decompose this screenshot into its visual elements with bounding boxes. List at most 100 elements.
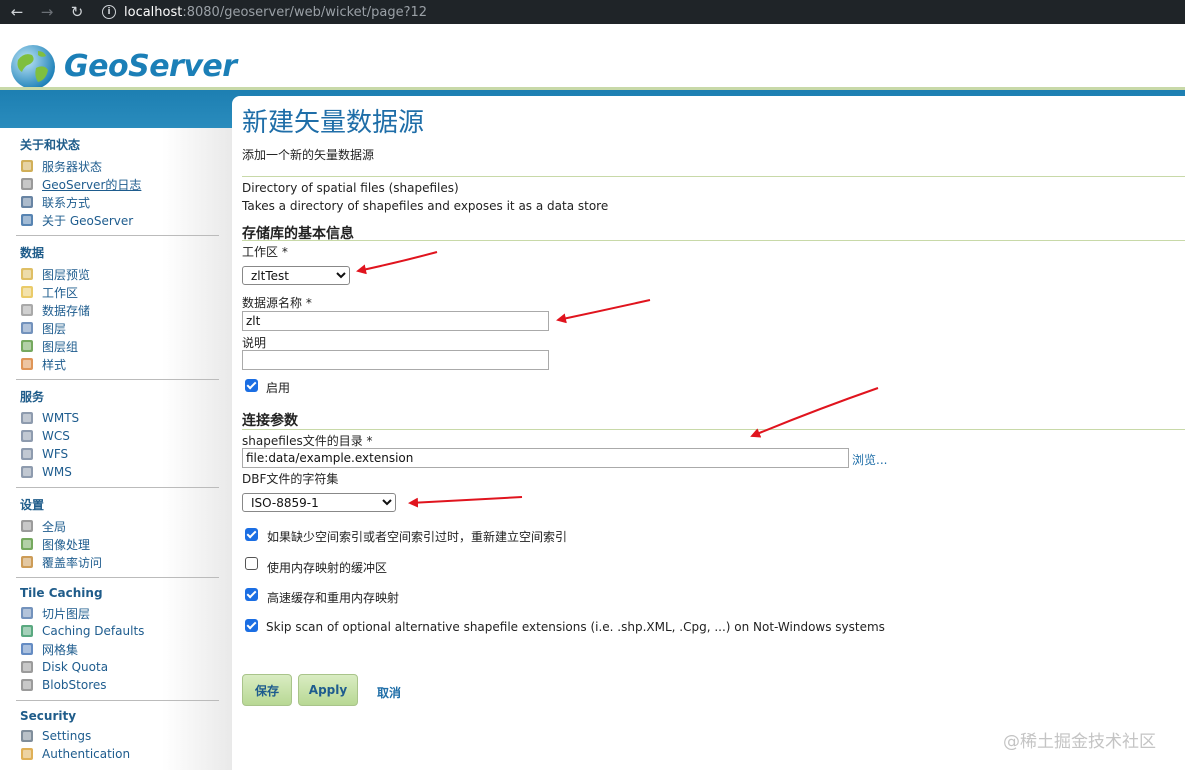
workspace-icon xyxy=(20,285,34,299)
sidebar-section: 数据图层预览 工作区数据存储图层图层组 样式 xyxy=(16,244,219,380)
sidebar-item[interactable]: 工作区 xyxy=(16,283,219,301)
sidebar-section: 服务 WMTS WCS WFS WMS xyxy=(16,388,219,488)
sidebar-item[interactable]: BlobStores xyxy=(16,676,219,694)
sidebar-item[interactable]: 联系方式 xyxy=(16,193,219,211)
sidebar-item[interactable]: Authentication xyxy=(16,745,219,763)
sidebar-item-label: 关于 GeoServer xyxy=(42,213,134,228)
geoserver-globe-icon[interactable] xyxy=(8,42,58,92)
sidebar-item[interactable]: 切片图层 xyxy=(16,604,219,622)
sidebar-menu: 关于和状态服务器状态 GeoServer的日志 联系方式关于 GeoServer 数据… xyxy=(16,128,219,770)
divider xyxy=(242,176,1185,177)
sidebar-item-label: Disk Quota xyxy=(42,660,109,674)
sidebar-item[interactable]: 全局 xyxy=(16,517,219,535)
info-icon[interactable]: i xyxy=(102,5,116,19)
sidebar-item-label: 数据存储 xyxy=(42,303,91,318)
description-label: 说明 xyxy=(242,336,267,350)
layer-icon xyxy=(20,321,34,335)
cancel-link[interactable]: 取消 xyxy=(377,684,401,701)
enabled-checkbox[interactable] xyxy=(245,379,258,392)
skip-scan-checkbox[interactable] xyxy=(245,619,258,632)
sidebar-item-label: 覆盖率访问 xyxy=(42,555,103,570)
geoserver-logo-text[interactable]: GeoServer xyxy=(64,49,237,84)
style-icon xyxy=(20,357,34,371)
sidebar-item[interactable]: 图层预览 xyxy=(16,265,219,283)
main-panel: 新建矢量数据源 添加一个新的矢量数据源 Directory of spatial… xyxy=(232,96,1185,770)
sidebar-item[interactable]: WMS xyxy=(16,463,219,481)
store-icon xyxy=(20,303,34,317)
sidebar-item-label: 网格集 xyxy=(42,642,79,657)
url-host: localhost xyxy=(124,4,183,20)
sidebar-item[interactable]: 图层组 xyxy=(16,337,219,355)
sidebar-item[interactable]: 服务器状态 xyxy=(16,157,219,175)
sidebar-item-label: Settings xyxy=(42,729,92,743)
store-description: Takes a directory of shapefiles and expo… xyxy=(242,199,609,213)
sidebar-section-title: 关于和状态 xyxy=(20,138,81,152)
address-bar[interactable]: i localhost:8080/geoserver/web/wicket/pa… xyxy=(102,2,1185,22)
reload-icon[interactable]: ↻ xyxy=(66,1,88,23)
sidebar-item[interactable]: 数据存储 xyxy=(16,301,219,319)
sidebar-item[interactable]: 关于 GeoServer xyxy=(16,211,219,229)
sidebar-item[interactable]: 网格集 xyxy=(16,640,219,658)
sidebar-item-label: 图层 xyxy=(42,321,67,336)
sidebar-section-title: 服务 xyxy=(20,390,45,404)
url-path: :8080/geoserver/web/wicket/page?12 xyxy=(182,4,428,20)
service-icon xyxy=(20,465,34,479)
sidebar-section-title: Tile Caching xyxy=(20,586,103,600)
apply-button[interactable]: Apply xyxy=(298,674,358,706)
sidebar-item[interactable]: GeoServer的日志 xyxy=(16,175,219,193)
tile-layers-icon xyxy=(20,606,34,620)
sidebar-item[interactable]: WCS xyxy=(16,427,219,445)
divider xyxy=(242,429,1185,430)
skip-scan-label: Skip scan of optional alternative shapef… xyxy=(266,620,885,634)
sidebar-item-label: Caching Defaults xyxy=(42,624,145,638)
cache-memory-maps-label: 高速缓存和重用内存映射 xyxy=(267,591,400,605)
back-arrow-icon[interactable]: ← xyxy=(6,1,28,23)
sidebar-item-label: 全局 xyxy=(42,519,67,534)
browse-link[interactable]: 浏览... xyxy=(852,451,887,468)
memory-mapped-label: 使用内存映射的缓冲区 xyxy=(267,561,388,575)
sidebar-section: Security Settings Authentication xyxy=(16,709,219,769)
forward-arrow-icon[interactable]: → xyxy=(36,1,58,23)
rebuild-index-checkbox[interactable] xyxy=(245,528,258,541)
caching-defaults-icon xyxy=(20,624,34,638)
shapefile-directory-input[interactable] xyxy=(242,448,849,468)
workspace-select[interactable]: zltTest xyxy=(242,266,350,285)
sidebar-item-label: 图层预览 xyxy=(42,267,91,282)
sidebar-item[interactable]: 样式 xyxy=(16,355,219,373)
sidebar-item-label: WMTS xyxy=(42,411,80,425)
authentication-icon xyxy=(20,747,34,761)
about-icon xyxy=(20,213,34,227)
sidebar-item[interactable]: 覆盖率访问 xyxy=(16,553,219,571)
sidebar-item[interactable]: 图像处理 xyxy=(16,535,219,553)
service-icon xyxy=(20,447,34,461)
sidebar-item[interactable]: 图层 xyxy=(16,319,219,337)
sidebar-item[interactable]: WMTS xyxy=(16,409,219,427)
description-input[interactable] xyxy=(242,350,549,370)
page-title: 新建矢量数据源 xyxy=(242,108,425,138)
sidebar-item[interactable]: Settings xyxy=(16,727,219,745)
sidebar-item-label: 切片图层 xyxy=(42,606,91,621)
wrench-icon xyxy=(20,729,34,743)
sidebar-section-title: 数据 xyxy=(20,246,45,260)
sidebar-item-label: BlobStores xyxy=(42,678,107,692)
memory-mapped-checkbox[interactable] xyxy=(245,557,258,570)
workspace-label: 工作区 * xyxy=(242,245,288,259)
store-name-input[interactable] xyxy=(242,311,549,331)
contact-icon xyxy=(20,195,34,209)
layer-group-icon xyxy=(20,339,34,353)
sidebar-item[interactable]: Disk Quota xyxy=(16,658,219,676)
global-icon xyxy=(20,519,34,533)
gridsets-icon xyxy=(20,642,34,656)
sidebar-item-label: Authentication xyxy=(42,747,131,761)
shapefile-directory-label: shapefiles文件的目录 * xyxy=(242,434,373,448)
sidebar-item[interactable]: Caching Defaults xyxy=(16,622,219,640)
cache-memory-maps-checkbox[interactable] xyxy=(245,588,258,601)
save-button[interactable]: 保存 xyxy=(242,674,292,706)
sidebar-item-label: 图像处理 xyxy=(42,537,91,552)
sidebar-item[interactable]: WFS xyxy=(16,445,219,463)
page-subtitle: 添加一个新的矢量数据源 xyxy=(242,148,375,162)
dbf-charset-select[interactable]: ISO-8859-1 xyxy=(242,493,396,512)
image-processing-icon xyxy=(20,537,34,551)
sidebar-section: 设置 全局 图像处理 覆盖率访问 xyxy=(16,496,219,578)
sidebar-item-label: 图层组 xyxy=(42,339,79,354)
